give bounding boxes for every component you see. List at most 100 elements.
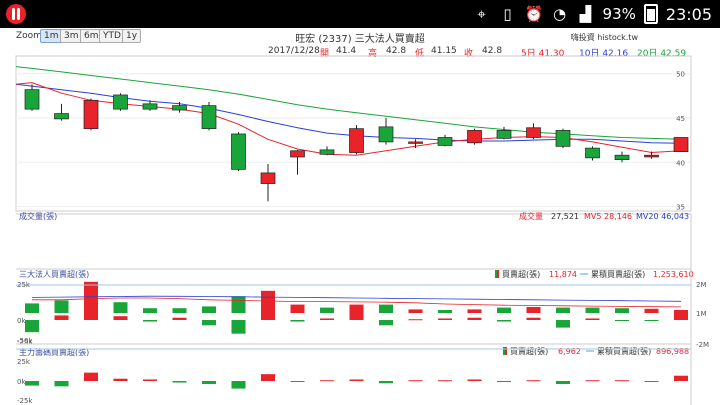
main-bar[interactable] <box>202 381 216 385</box>
candle-body[interactable] <box>496 130 512 139</box>
main-bar[interactable] <box>556 381 570 385</box>
inst-bar[interactable] <box>320 318 334 320</box>
location-icon: ⌖ <box>477 5 486 23</box>
inst-bar[interactable] <box>349 308 364 320</box>
inst-bar[interactable] <box>113 316 128 320</box>
volume-bar[interactable] <box>25 303 39 313</box>
inst-bar[interactable] <box>84 303 98 320</box>
volume-bar[interactable] <box>526 307 541 313</box>
main-bar[interactable] <box>526 380 541 382</box>
candle-body[interactable] <box>231 133 246 170</box>
inst-bar[interactable] <box>261 307 275 320</box>
candle-body[interactable] <box>526 127 541 138</box>
clock: 23:05 <box>665 4 712 24</box>
main-bar[interactable] <box>231 381 246 389</box>
main-bar[interactable] <box>585 380 600 382</box>
inst-bar[interactable] <box>25 320 39 333</box>
main-bar[interactable] <box>54 381 69 387</box>
inst-bar[interactable] <box>674 310 688 320</box>
candle-body[interactable] <box>467 130 482 144</box>
candle-body[interactable] <box>142 103 158 110</box>
inst-label: 三大法人買賣超(張) <box>19 269 89 279</box>
main-bar[interactable] <box>438 380 452 382</box>
main-bar[interactable] <box>497 381 511 382</box>
candle-body[interactable] <box>201 105 217 129</box>
main-bar[interactable] <box>674 375 688 381</box>
inst-bar[interactable] <box>585 318 600 320</box>
main-legend-bar-down <box>503 347 505 355</box>
candle-body[interactable] <box>260 172 276 184</box>
inst-bar[interactable] <box>497 320 511 322</box>
main-bar[interactable] <box>113 378 128 381</box>
candle-body[interactable] <box>437 137 453 146</box>
main-bar[interactable] <box>143 379 157 381</box>
main-bar[interactable] <box>84 372 98 381</box>
volume-bar[interactable] <box>408 309 423 313</box>
volume-bar[interactable] <box>54 300 69 313</box>
candle-body[interactable] <box>54 113 69 120</box>
volume-bar[interactable] <box>497 307 511 313</box>
candle-body[interactable] <box>614 154 630 160</box>
inst-bar[interactable] <box>467 317 482 320</box>
inst-bar[interactable] <box>202 320 216 326</box>
inst-bar[interactable] <box>438 318 452 320</box>
candle-body[interactable] <box>172 105 187 111</box>
candle-body[interactable] <box>585 147 600 159</box>
main-bar[interactable] <box>349 379 364 381</box>
mv20-volume-line <box>31 295 682 302</box>
main-cum-value: 896,988 <box>656 347 689 356</box>
inst-bar[interactable] <box>526 317 541 320</box>
app-logo-icon[interactable] <box>6 4 26 24</box>
main-cum-label: 累積買賣超(張) <box>597 346 651 356</box>
candle-body[interactable] <box>113 94 128 110</box>
candle-body[interactable] <box>83 99 99 129</box>
inst-bar[interactable] <box>231 320 246 334</box>
volume-bar[interactable] <box>290 304 305 313</box>
volume-bar[interactable] <box>438 310 452 313</box>
volume-bar[interactable] <box>231 296 246 313</box>
volume-bar[interactable] <box>615 308 629 313</box>
main-bar[interactable] <box>25 381 39 386</box>
candle-body[interactable] <box>673 137 689 153</box>
main-bar[interactable] <box>320 380 334 382</box>
volume-bar[interactable] <box>585 307 600 313</box>
candle-body[interactable] <box>319 149 335 155</box>
inst-bar[interactable] <box>615 320 629 321</box>
inst-bar[interactable] <box>408 319 423 321</box>
inst-bar[interactable] <box>290 320 305 322</box>
price-tick-label: 50 <box>676 71 685 79</box>
volume-bar[interactable] <box>644 308 659 313</box>
main-bar[interactable] <box>408 380 423 382</box>
inst-right-tick-2m: 2M <box>696 281 707 289</box>
candle-body[interactable] <box>378 126 394 143</box>
volume-bar[interactable] <box>202 306 216 313</box>
volume-bar[interactable] <box>172 308 187 313</box>
volume-bar[interactable] <box>467 309 482 313</box>
volume-bar[interactable] <box>113 302 128 313</box>
volume-bar[interactable] <box>320 307 334 313</box>
main-bar[interactable] <box>261 374 275 381</box>
volume-bar[interactable] <box>556 307 570 313</box>
candle-body[interactable] <box>408 141 423 144</box>
candle-body[interactable] <box>24 89 40 110</box>
inst-bar[interactable] <box>644 320 659 321</box>
volume-value: 27,521 <box>551 212 579 221</box>
candle-body[interactable] <box>290 150 305 158</box>
volume-bar[interactable] <box>143 308 157 313</box>
inst-bar[interactable] <box>172 317 187 320</box>
candle-body[interactable] <box>555 130 571 147</box>
inst-bar[interactable] <box>556 320 570 328</box>
inst-bar[interactable] <box>143 320 157 322</box>
main-bar[interactable] <box>467 379 482 381</box>
main-bar[interactable] <box>172 381 187 383</box>
candle-body[interactable] <box>644 154 659 158</box>
candle-body[interactable] <box>349 128 364 153</box>
inst-bar[interactable] <box>379 320 393 326</box>
inst-bar[interactable] <box>54 315 69 320</box>
main-bar[interactable] <box>290 381 305 382</box>
main-bar[interactable] <box>379 381 393 384</box>
main-bar[interactable] <box>644 381 659 382</box>
main-bar[interactable] <box>615 380 629 382</box>
volume-bar[interactable] <box>379 304 393 313</box>
stock-chart[interactable]: 50 45 40 35 成交量(張) 成交量 27,521 MV5 28,146 MV… <box>0 44 720 405</box>
